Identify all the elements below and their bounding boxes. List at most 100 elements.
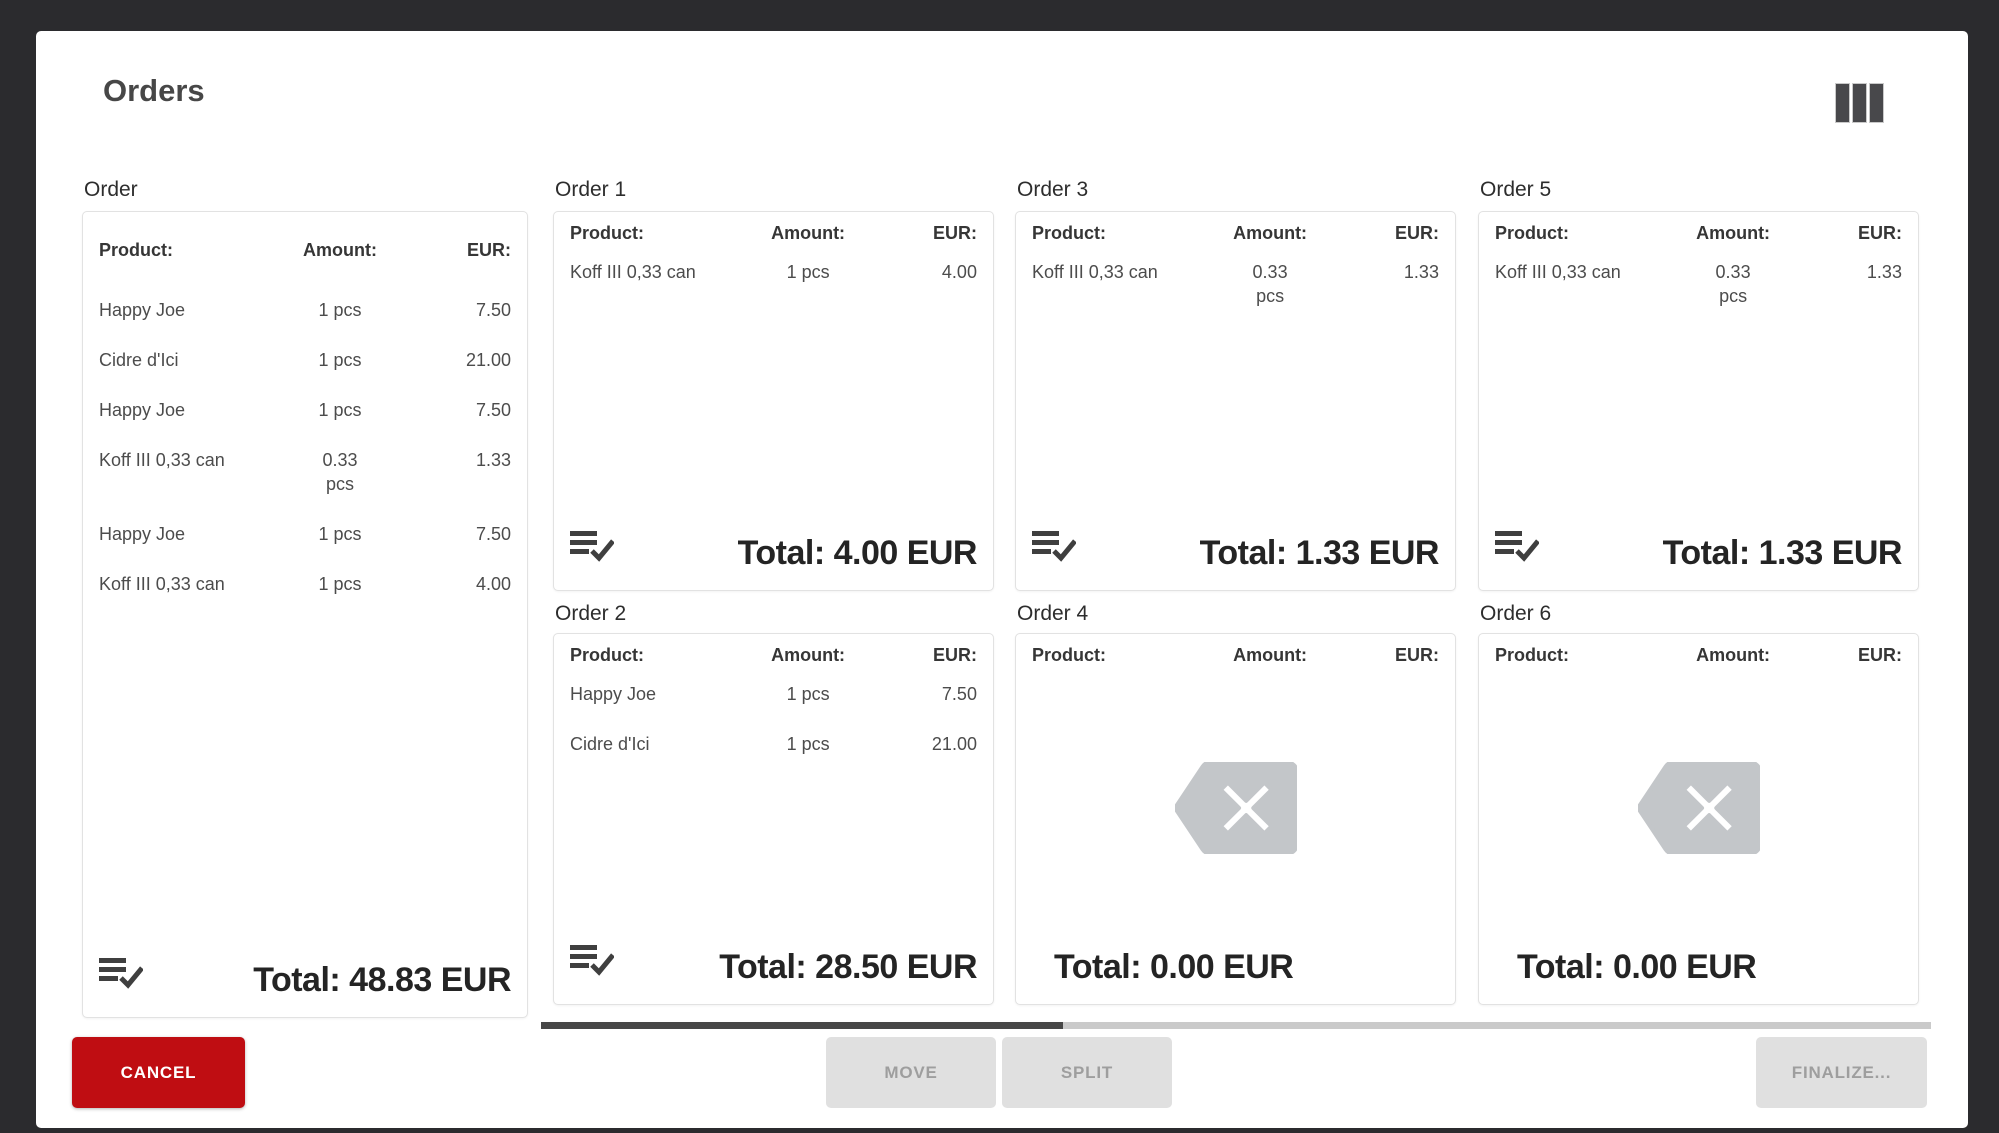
table-header: Product: Amount: EUR:	[570, 212, 977, 245]
header-product: Product:	[1032, 643, 1215, 667]
eur-cell: 7.50	[396, 522, 511, 546]
panel-spacer	[570, 310, 977, 524]
order-4-panel[interactable]: Product: Amount: EUR: Total: 0.00 EUR	[1015, 633, 1456, 1005]
product-cell: Koff III 0,33 can	[570, 260, 753, 284]
table-header: Product: Amount: EUR:	[1495, 212, 1902, 245]
order-line-row[interactable]: Happy Joe 1 pcs 7.50	[570, 682, 977, 706]
horizontal-scrollbar[interactable]	[541, 1022, 1931, 1029]
order-5-panel[interactable]: Product: Amount: EUR: Koff III 0,33 can …	[1478, 211, 1919, 591]
order-line-row[interactable]: Koff III 0,33 can 1 pcs 4.00	[570, 260, 977, 284]
order-line-row[interactable]: Koff III 0,33 can 0.33 pcs 1.33	[1495, 260, 1902, 308]
eur-cell: 1.33	[1325, 260, 1439, 308]
order-line-row[interactable]: Koff III 0,33 can 0.33 pcs 1.33	[1032, 260, 1439, 308]
panel-footer: Total: 0.00 EUR	[1495, 938, 1902, 1004]
amount-cell: 1 pcs	[318, 572, 361, 596]
order-3-panel[interactable]: Product: Amount: EUR: Koff III 0,33 can …	[1015, 211, 1456, 591]
order-total: Total: 1.33 EUR	[1663, 536, 1902, 570]
product-cell: Happy Joe	[99, 298, 284, 322]
order-line-row[interactable]: Happy Joe 1 pcs 7.50	[99, 298, 511, 322]
panel-footer: Total: 48.83 EUR	[99, 951, 511, 1017]
select-all-lines-icon[interactable]	[570, 944, 614, 982]
orders-card: Orders Order Product: Amount: EUR: Happy…	[36, 31, 1968, 1128]
product-cell: Koff III 0,33 can	[1495, 260, 1678, 308]
order-label: Order 1	[553, 176, 994, 203]
order-label: Order 3	[1015, 176, 1456, 203]
header-product: Product:	[1495, 643, 1678, 667]
eur-cell: 21.00	[396, 348, 511, 372]
finalize-button[interactable]: FINALIZE...	[1756, 1037, 1927, 1108]
backspace-icon	[1638, 762, 1760, 859]
order-label: Order 6	[1478, 600, 1919, 627]
cancel-button[interactable]: CANCEL	[72, 1037, 245, 1108]
header-eur: EUR:	[1325, 643, 1439, 667]
header-eur: EUR:	[1788, 643, 1902, 667]
eur-cell: 4.00	[863, 260, 977, 284]
amount-cell: 1 pcs	[787, 260, 830, 284]
amount-cell: 1 pcs	[318, 348, 361, 372]
select-all-lines-icon[interactable]	[1495, 530, 1539, 568]
order-total: Total: 0.00 EUR	[1054, 950, 1293, 984]
panel-spacer	[570, 782, 977, 938]
empty-order-area	[1495, 682, 1902, 938]
order-line-row[interactable]: Koff III 0,33 can 1 pcs 4.00	[99, 572, 511, 596]
amount-cell: 1 pcs	[318, 398, 361, 422]
amount-cell: 1 pcs	[318, 298, 361, 322]
eur-cell: 1.33	[396, 448, 511, 496]
header-eur: EUR:	[396, 238, 511, 262]
empty-order-area	[1032, 682, 1439, 938]
source-order-panel[interactable]: Product: Amount: EUR: Happy Joe 1 pcs 7.…	[82, 211, 528, 1018]
panel-footer: Total: 1.33 EUR	[1032, 524, 1439, 590]
table-header: Product: Amount: EUR:	[99, 212, 511, 262]
header-eur: EUR:	[1788, 221, 1902, 245]
select-all-lines-icon[interactable]	[1032, 530, 1076, 568]
panel-spacer	[1495, 334, 1902, 524]
amount-cell: 1 pcs	[318, 522, 361, 546]
header-eur: EUR:	[1325, 221, 1439, 245]
order-label: Order 4	[1015, 600, 1456, 627]
product-cell: Happy Joe	[99, 522, 284, 546]
header-amount: Amount:	[753, 221, 863, 245]
product-cell: Happy Joe	[570, 682, 753, 706]
orders-column-3: Order 5 Product: Amount: EUR: Koff III 0…	[1478, 176, 1919, 1005]
order-line-row[interactable]: Happy Joe 1 pcs 7.50	[99, 522, 511, 546]
panel-footer: Total: 28.50 EUR	[570, 938, 977, 1004]
panel-footer: Total: 4.00 EUR	[570, 524, 977, 590]
header-amount: Amount:	[1215, 221, 1325, 245]
eur-cell: 7.50	[396, 398, 511, 422]
page-title: Orders	[103, 73, 205, 109]
select-all-lines-icon[interactable]	[570, 530, 614, 568]
order-label: Order	[82, 176, 528, 203]
panel-spacer	[1032, 334, 1439, 524]
order-6-panel[interactable]: Product: Amount: EUR: Total: 0.00 EUR	[1478, 633, 1919, 1005]
header-eur: EUR:	[863, 643, 977, 667]
order-total: Total: 1.33 EUR	[1200, 536, 1439, 570]
select-all-lines-icon[interactable]	[99, 957, 143, 995]
order-label: Order 2	[553, 600, 994, 627]
table-header: Product: Amount: EUR:	[1495, 634, 1902, 667]
column-view-icon[interactable]	[1835, 83, 1885, 123]
product-cell: Cidre d'Ici	[570, 732, 753, 756]
amount-cell: 0.33 pcs	[1239, 260, 1301, 308]
order-2-panel[interactable]: Product: Amount: EUR: Happy Joe 1 pcs 7.…	[553, 633, 994, 1005]
table-header: Product: Amount: EUR:	[1032, 212, 1439, 245]
table-header: Product: Amount: EUR:	[570, 634, 977, 667]
order-line-row[interactable]: Cidre d'Ici 1 pcs 21.00	[99, 348, 511, 372]
product-cell: Koff III 0,33 can	[99, 572, 284, 596]
order-1-panel[interactable]: Product: Amount: EUR: Koff III 0,33 can …	[553, 211, 994, 591]
order-line-row[interactable]: Happy Joe 1 pcs 7.50	[99, 398, 511, 422]
header-amount: Amount:	[1678, 643, 1788, 667]
header-eur: EUR:	[863, 221, 977, 245]
eur-cell: 1.33	[1788, 260, 1902, 308]
amount-cell: 0.33 pcs	[1702, 260, 1764, 308]
table-header: Product: Amount: EUR:	[1032, 634, 1439, 667]
move-button[interactable]: MOVE	[826, 1037, 996, 1108]
header-product: Product:	[1495, 221, 1678, 245]
order-total: Total: 0.00 EUR	[1517, 950, 1756, 984]
order-line-row[interactable]: Koff III 0,33 can 0.33 pcs 1.33	[99, 448, 511, 496]
orders-column-2: Order 3 Product: Amount: EUR: Koff III 0…	[1015, 176, 1456, 1005]
order-line-row[interactable]: Cidre d'Ici 1 pcs 21.00	[570, 732, 977, 756]
product-cell: Koff III 0,33 can	[99, 448, 284, 496]
pos-split-orders-screen: Orders Order Product: Amount: EUR: Happy…	[0, 0, 1999, 1133]
split-button[interactable]: SPLIT	[1002, 1037, 1172, 1108]
scrollbar-thumb[interactable]	[541, 1022, 1063, 1029]
